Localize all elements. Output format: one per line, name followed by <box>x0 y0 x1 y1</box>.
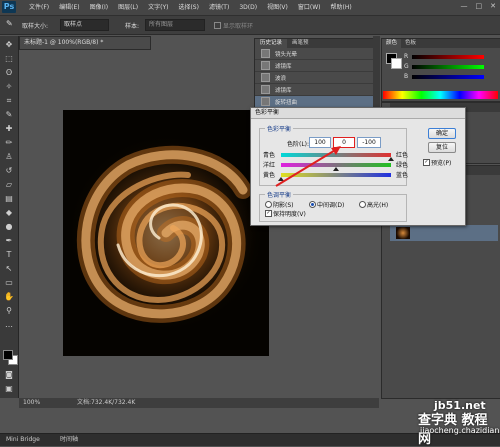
highlights-radio[interactable] <box>359 201 366 208</box>
tools-panel: ✥ ⬚ ʘ ✧ ⌗ ✎ ✚ ✏ ♙ ↺ ▱ ▤ ◆ ● ✒ T ↖ ▭ ✋ ⚲ … <box>0 36 19 398</box>
history-item[interactable]: 波浪 <box>255 72 373 84</box>
history-item[interactable]: 镜头光晕 <box>255 48 373 60</box>
gradient-tool-icon[interactable]: ▤ <box>3 194 15 204</box>
quick-mask-icon[interactable]: ◙ <box>3 370 15 380</box>
eraser-tool-icon[interactable]: ▱ <box>3 180 15 190</box>
menu-file[interactable]: 文件(F) <box>24 0 54 15</box>
red-slider[interactable] <box>412 55 484 59</box>
tab-history[interactable]: 历史记录 <box>255 39 288 48</box>
tab-swatches[interactable]: 色板 <box>401 39 420 48</box>
history-thumb-icon <box>261 73 270 82</box>
close-button[interactable]: ✕ <box>490 2 496 10</box>
midtones-label: 中间调(D) <box>317 202 345 209</box>
history-item[interactable]: 滤镜库 <box>255 60 373 72</box>
history-thumb-icon <box>261 85 270 94</box>
channel-g-label: G <box>404 63 409 70</box>
watermark-url: jiaocheng.chazidian.com <box>420 426 500 435</box>
foreground-color-swatch[interactable] <box>3 350 13 360</box>
minimize-button[interactable]: — <box>461 2 468 10</box>
marquee-tool-icon[interactable]: ⬚ <box>3 54 15 64</box>
menu-view[interactable]: 视图(V) <box>262 0 293 15</box>
show-ring-label: 显示取样环 <box>223 23 254 30</box>
reset-button[interactable]: 复位 <box>428 142 456 153</box>
highlights-label: 高光(H) <box>367 202 389 209</box>
history-item[interactable]: 滤镜库 <box>255 84 373 96</box>
pen-tool-icon[interactable]: ✒ <box>3 236 15 246</box>
menu-filter[interactable]: 滤镜(T) <box>204 0 234 15</box>
window-controls: — □ ✕ <box>461 2 497 10</box>
sample-label: 样本: <box>125 23 140 30</box>
preserve-luminosity-checkbox[interactable]: ✓ <box>265 210 272 217</box>
preserve-luminosity-label: 保持明度(V) <box>273 211 306 218</box>
menu-image[interactable]: 图像(I) <box>85 0 113 15</box>
maximize-button[interactable]: □ <box>476 2 483 10</box>
options-bar: ✎ 取样大小: 取样点 样本: 所有图层 显示取样环 <box>0 16 500 35</box>
history-thumb-icon <box>261 61 270 70</box>
sample-select[interactable]: 所有图层 <box>145 19 205 31</box>
tab-color[interactable]: 颜色 <box>382 39 402 48</box>
more-tools-icon[interactable]: … <box>3 320 15 330</box>
stamp-tool-icon[interactable]: ♙ <box>3 152 15 162</box>
hand-tool-icon[interactable]: ✋ <box>3 292 15 302</box>
path-select-tool-icon[interactable]: ↖ <box>3 264 15 274</box>
ok-button[interactable]: 确定 <box>428 128 456 139</box>
menu-list: 文件(F) 编辑(E) 图像(I) 图层(L) 文字(Y) 选择(S) 滤镜(T… <box>24 0 357 15</box>
type-tool-icon[interactable]: T <box>3 250 15 260</box>
shadows-radio[interactable] <box>265 201 272 208</box>
doc-info: 文档:732.4K/732.4K <box>77 399 136 406</box>
history-thumb-icon <box>261 97 270 106</box>
menu-3d[interactable]: 3D(D) <box>234 0 262 15</box>
tone-balance-group-label: 色调平衡 <box>265 190 294 199</box>
show-ring-checkbox[interactable] <box>214 22 221 29</box>
tab-mini-bridge[interactable]: Mini Bridge <box>6 434 40 446</box>
tab-timeline[interactable]: 时间轴 <box>60 434 78 446</box>
color-spectrum-bar[interactable] <box>383 91 498 99</box>
color-balance-dialog: 色彩平衡 色彩平衡 色阶(L): 100 0 -100 青色 红色 洋红 绿色 … <box>250 107 466 226</box>
sample-size-select[interactable]: 取样点 <box>60 19 109 31</box>
channel-b-label: B <box>404 73 409 80</box>
preview-label: 预览(P) <box>431 160 452 167</box>
menu-edit[interactable]: 编辑(E) <box>54 0 84 15</box>
lasso-tool-icon[interactable]: ʘ <box>3 68 15 78</box>
dodge-tool-icon[interactable]: ● <box>3 222 15 232</box>
bg-color-chip[interactable] <box>391 58 402 69</box>
brush-tool-icon[interactable]: ✏ <box>3 138 15 148</box>
channel-r-label: R <box>404 53 409 60</box>
move-tool-icon[interactable]: ✥ <box>3 40 15 50</box>
status-bar: 100% 文档:732.4K/732.4K <box>19 398 379 408</box>
eyedropper-icon[interactable]: ✎ <box>6 19 13 28</box>
document-title: 未标题-1 @ 100%(RGB/8) * <box>24 39 104 46</box>
menu-type[interactable]: 文字(Y) <box>143 0 173 15</box>
quick-select-tool-icon[interactable]: ✧ <box>3 82 15 92</box>
zoom-tool-icon[interactable]: ⚲ <box>3 306 15 316</box>
crop-tool-icon[interactable]: ⌗ <box>3 96 15 106</box>
menu-help[interactable]: 帮助(H) <box>326 0 357 15</box>
preview-checkbox[interactable]: ✓ <box>423 159 430 166</box>
shadows-label: 阴影(S) <box>273 202 294 209</box>
menu-bar: Ps 文件(F) 编辑(E) 图像(I) 图层(L) 文字(Y) 选择(S) 滤… <box>0 0 500 16</box>
screen-mode-icon[interactable]: ▣ <box>3 384 15 394</box>
zoom-level[interactable]: 100% <box>23 398 40 408</box>
photoshop-logo: Ps <box>2 1 16 13</box>
document-tab[interactable]: 未标题-1 @ 100%(RGB/8) * <box>19 36 151 50</box>
midtones-radio[interactable] <box>309 201 316 208</box>
menu-select[interactable]: 选择(S) <box>173 0 204 15</box>
image-canvas[interactable] <box>63 110 269 356</box>
blue-slider[interactable] <box>412 75 484 79</box>
eyedropper-tool-icon[interactable]: ✎ <box>3 110 15 120</box>
green-slider[interactable] <box>412 65 484 69</box>
blur-tool-icon[interactable]: ◆ <box>3 208 15 218</box>
tab-brush-presets[interactable]: 画笔预 <box>287 39 314 48</box>
sample-size-label: 取样大小: <box>22 23 49 30</box>
history-thumb-icon <box>261 49 270 58</box>
healing-tool-icon[interactable]: ✚ <box>3 124 15 134</box>
menu-window[interactable]: 窗口(W) <box>293 0 326 15</box>
shape-tool-icon[interactable]: ▭ <box>3 278 15 288</box>
menu-layer[interactable]: 图层(L) <box>113 0 143 15</box>
swirl-image <box>68 135 264 331</box>
history-panel: 历史记录 画笔预 镜头光晕 滤镜库 波浪 滤镜库 旋转扭曲 <box>254 38 374 112</box>
layer-thumbnail <box>396 227 410 239</box>
history-brush-tool-icon[interactable]: ↺ <box>3 166 15 176</box>
